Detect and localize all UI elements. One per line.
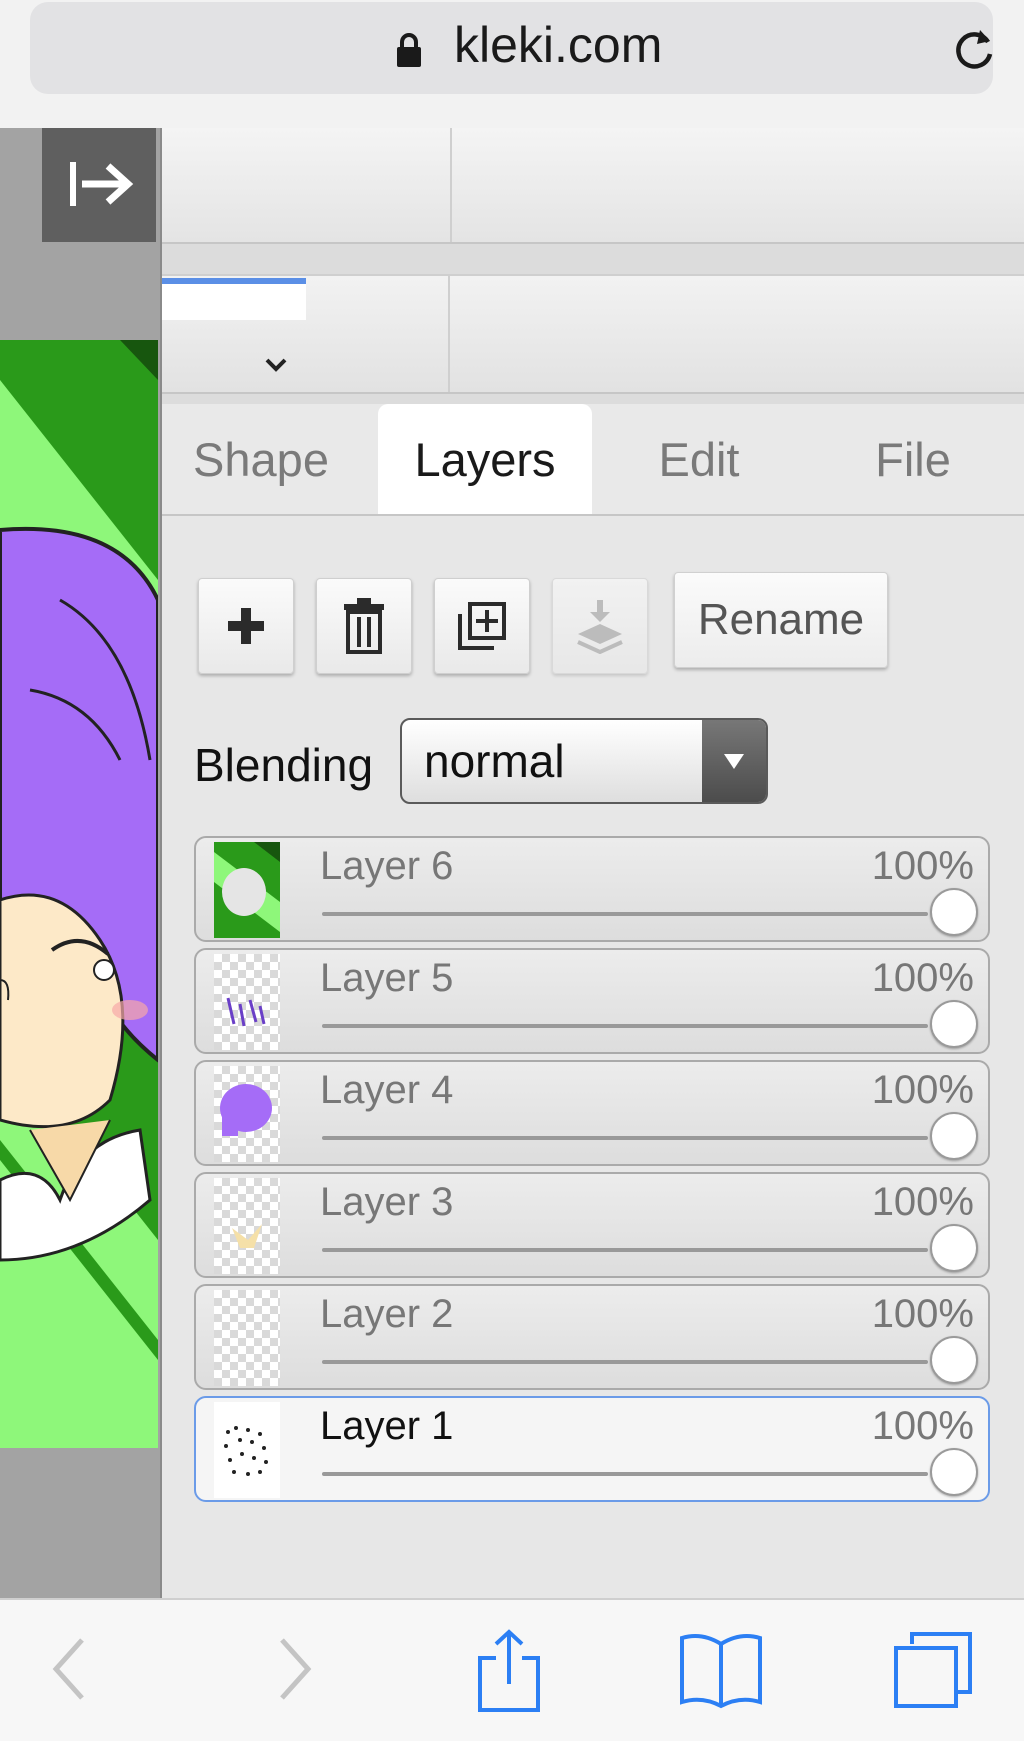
layer-thumbnail xyxy=(214,1290,280,1386)
duplicate-layer-button[interactable] xyxy=(434,578,530,674)
delete-layer-button[interactable] xyxy=(316,578,412,674)
panel-tabs: Shape Layers Edit File xyxy=(162,404,1024,516)
tab-shape[interactable]: Shape xyxy=(176,404,346,514)
url-text: kleki.com xyxy=(454,17,663,73)
divider xyxy=(448,276,450,392)
layer-name: Layer 4 xyxy=(320,1068,454,1112)
layer-row[interactable]: Layer 6 100% xyxy=(194,836,990,942)
opacity-slider-track[interactable] xyxy=(322,1136,928,1140)
opacity-slider-handle[interactable] xyxy=(930,1000,978,1048)
layer-name: Layer 1 xyxy=(320,1404,454,1448)
merge-down-button[interactable] xyxy=(552,578,648,674)
opacity-slider-handle[interactable] xyxy=(930,1336,978,1384)
trash-icon xyxy=(344,598,384,654)
layer-name: Layer 6 xyxy=(320,844,454,888)
layer-opacity-value: 100% xyxy=(871,844,974,888)
opacity-slider-track[interactable] xyxy=(322,1360,928,1364)
layer-opacity-value: 100% xyxy=(871,956,974,1000)
layer-row[interactable]: Layer 5 100% xyxy=(194,948,990,1054)
duplicate-icon xyxy=(458,602,506,650)
opacity-slider-handle[interactable] xyxy=(930,1112,978,1160)
brush-settings-row[interactable] xyxy=(162,274,1024,394)
opacity-slider-track[interactable] xyxy=(322,1024,928,1028)
browser-top-bar: kleki.com xyxy=(0,0,1024,129)
artwork-canvas[interactable] xyxy=(0,340,158,1448)
tab-layers[interactable]: Layers xyxy=(378,404,592,514)
collapse-panel-button[interactable] xyxy=(42,128,156,242)
tool-panel: Shape Layers Edit File Rename Blending n… xyxy=(160,128,1024,1598)
layer-opacity-value: 100% xyxy=(871,1180,974,1224)
layer-opacity-value: 100% xyxy=(871,1404,974,1448)
dropdown-arrow-icon xyxy=(702,720,766,802)
layers-panel: Rename Blending normal Layer 6 100% Laye… xyxy=(162,516,1024,1598)
layer-thumbnail xyxy=(214,842,280,938)
opacity-slider-track[interactable] xyxy=(322,1472,928,1476)
lock-icon xyxy=(397,33,421,67)
layer-name: Layer 2 xyxy=(320,1292,454,1336)
tabs-icon[interactable] xyxy=(892,1630,974,1710)
collapse-panel-icon xyxy=(70,162,134,206)
layer-thumbnail xyxy=(214,1066,280,1162)
browser-bottom-bar xyxy=(0,1598,1024,1741)
tab-edit[interactable]: Edit xyxy=(592,404,806,514)
rename-layer-button[interactable]: Rename xyxy=(674,572,888,668)
back-icon[interactable] xyxy=(50,1634,90,1704)
blending-mode-value: normal xyxy=(424,735,565,787)
drawing-canvas-area[interactable] xyxy=(0,128,160,1598)
opacity-slider-handle[interactable] xyxy=(930,888,978,936)
blending-mode-select[interactable]: normal xyxy=(400,718,768,804)
divider xyxy=(450,128,452,242)
opacity-slider-handle[interactable] xyxy=(930,1224,978,1272)
layer-row[interactable]: Layer 4 100% xyxy=(194,1060,990,1166)
blending-label: Blending xyxy=(194,739,374,791)
plus-icon xyxy=(228,608,264,644)
layer-opacity-value: 100% xyxy=(871,1068,974,1112)
share-icon[interactable] xyxy=(476,1628,542,1714)
add-layer-button[interactable] xyxy=(198,578,294,674)
size-slider[interactable] xyxy=(162,278,306,320)
tool-options-row[interactable] xyxy=(162,128,1024,244)
layer-row[interactable]: Layer 2 100% xyxy=(194,1284,990,1390)
layer-opacity-value: 100% xyxy=(871,1292,974,1336)
tab-file[interactable]: File xyxy=(806,404,1020,514)
bookmarks-icon[interactable] xyxy=(678,1630,764,1710)
merge-down-icon xyxy=(577,600,623,654)
layer-thumbnail xyxy=(214,1402,280,1498)
opacity-slider-track[interactable] xyxy=(322,912,928,916)
layer-thumbnail xyxy=(214,954,280,1050)
forward-icon[interactable] xyxy=(274,1634,314,1704)
layer-row-selected[interactable]: Layer 1 100% xyxy=(194,1396,990,1502)
layer-name: Layer 5 xyxy=(320,956,454,1000)
opacity-slider-track[interactable] xyxy=(322,1248,928,1252)
layer-thumbnail xyxy=(214,1178,280,1274)
reload-icon[interactable] xyxy=(950,24,1000,74)
address-bar[interactable]: kleki.com xyxy=(30,2,993,94)
chevron-down-icon[interactable] xyxy=(264,356,288,374)
layer-name: Layer 3 xyxy=(320,1180,454,1224)
opacity-slider-handle[interactable] xyxy=(930,1448,978,1496)
layer-row[interactable]: Layer 3 100% xyxy=(194,1172,990,1278)
